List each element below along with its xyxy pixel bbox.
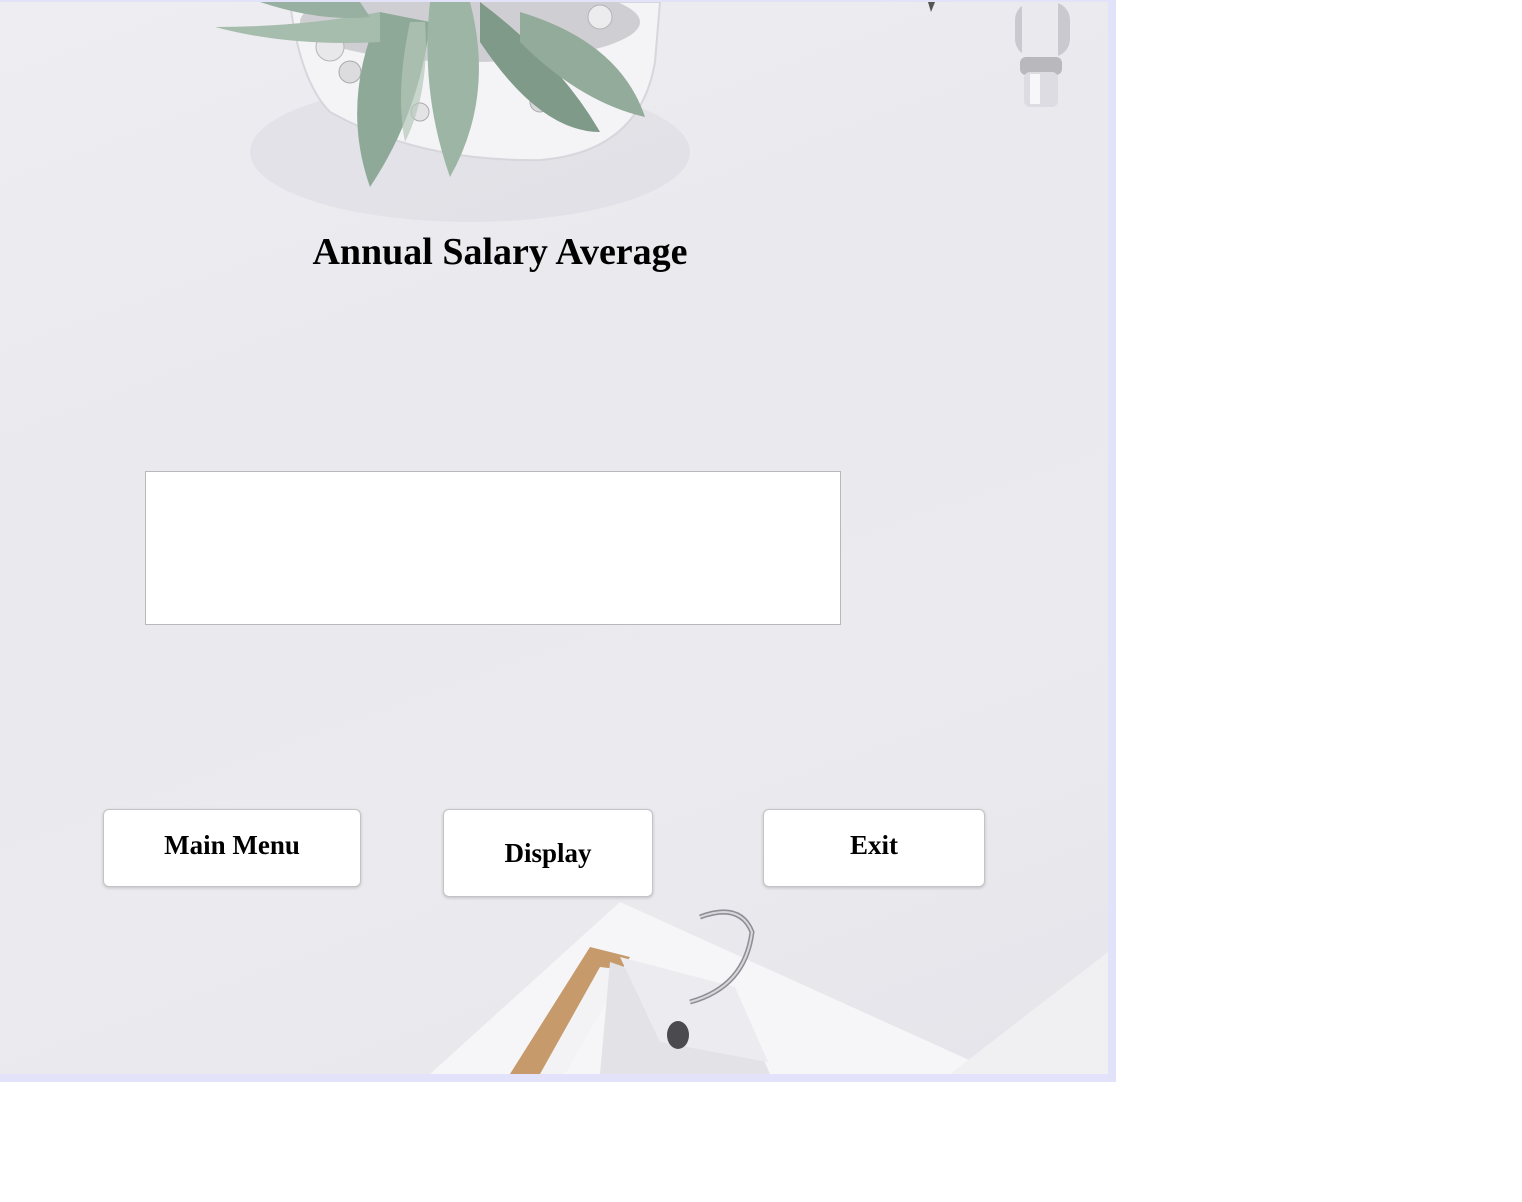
pen-image bbox=[928, 2, 1070, 107]
page-title: Annual Salary Average bbox=[312, 231, 688, 273]
app-window: Annual Salary Average Main Menu Display … bbox=[0, 0, 1116, 1082]
notebook-image bbox=[430, 902, 1108, 1074]
display-button[interactable]: Display bbox=[443, 809, 653, 897]
main-menu-button[interactable]: Main Menu bbox=[103, 809, 361, 887]
salary-average-output[interactable] bbox=[145, 471, 841, 625]
exit-button[interactable]: Exit bbox=[763, 809, 985, 887]
desk-background: Annual Salary Average Main Menu Display … bbox=[0, 2, 1108, 1074]
